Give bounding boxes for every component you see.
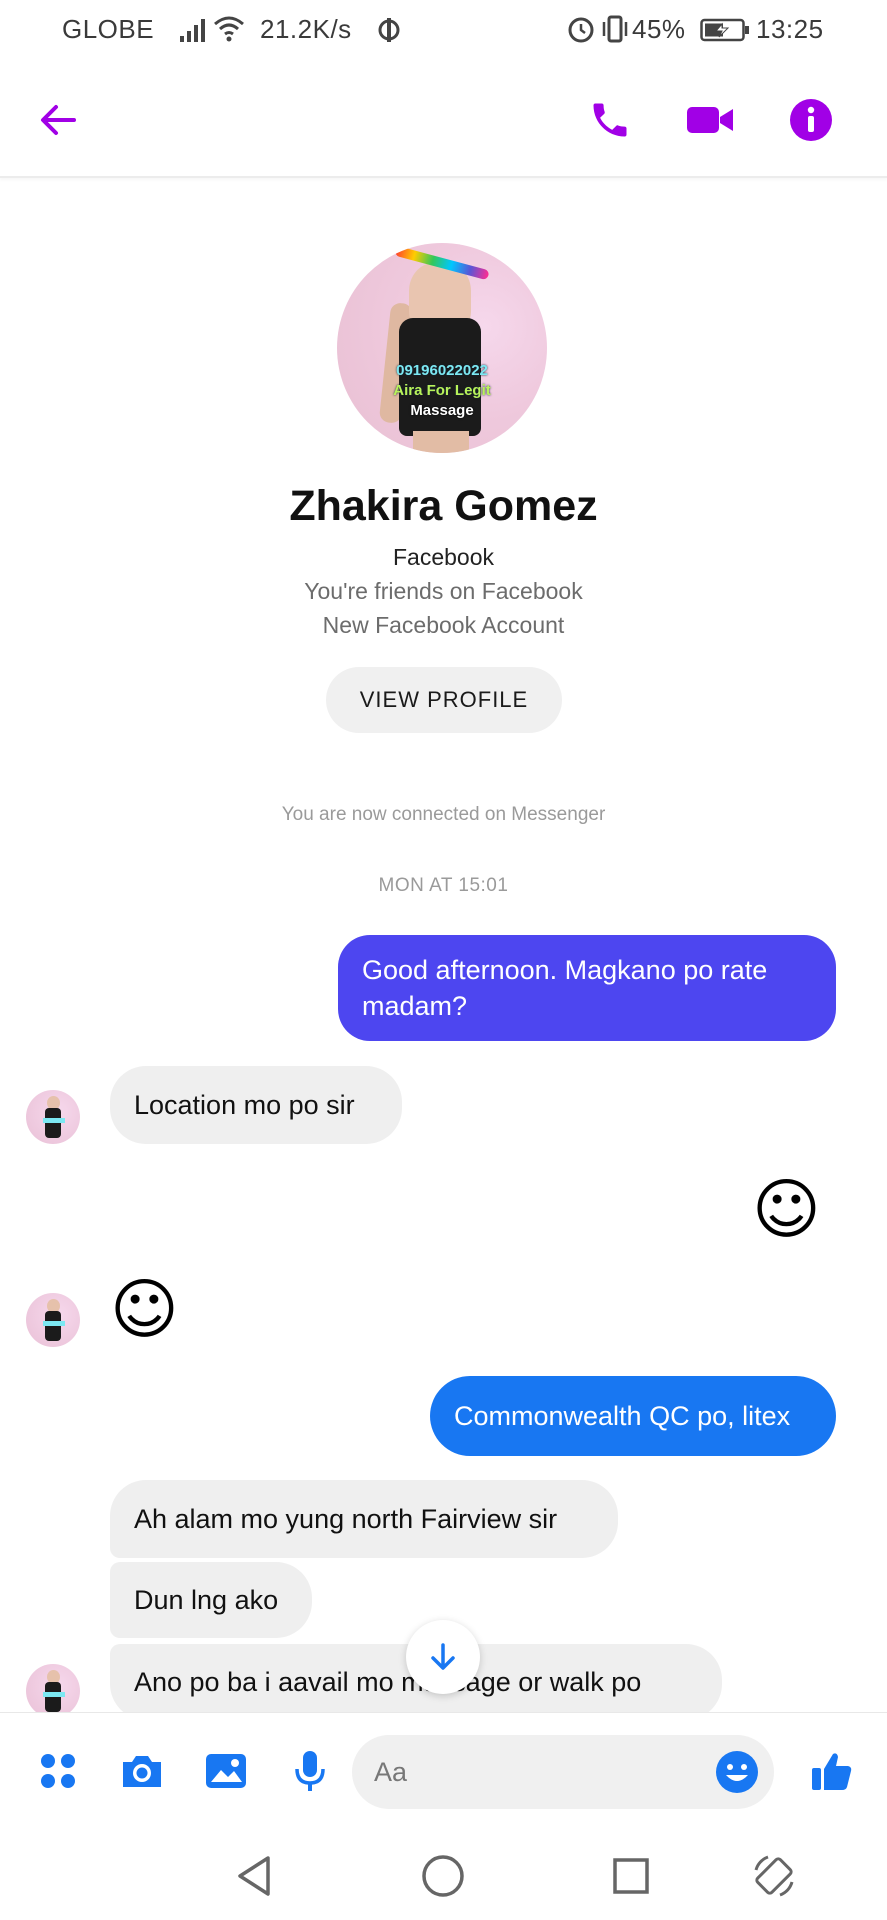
nav-back-button[interactable] <box>224 1846 284 1906</box>
avatar-overlay-caption: Aira For Legit <box>393 382 491 399</box>
message-outgoing[interactable]: Commonwealth QC po, litex <box>430 1376 836 1456</box>
thumbs-up-icon <box>812 1753 852 1790</box>
camera-button[interactable] <box>112 1741 172 1801</box>
system-navigation-bar <box>0 1830 887 1920</box>
message-text: Good afternoon. Magkano po rate madam? <box>362 955 768 1021</box>
battery-charging-icon <box>700 18 749 42</box>
message-input[interactable] <box>374 1735 694 1809</box>
voice-message-button[interactable] <box>280 1741 340 1801</box>
message-outgoing[interactable]: Good afternoon. Magkano po rate madam? <box>338 935 836 1041</box>
friendship-status: You're friends on Facebook <box>304 578 583 604</box>
message-text: Dun lng ako <box>134 1585 279 1615</box>
status-bar: GLOBE 21.2K/s 45% 13:25 <box>0 0 887 60</box>
vibrate-icon <box>602 15 628 43</box>
microphone-icon <box>295 1751 325 1791</box>
wifi-icon <box>214 16 244 42</box>
clock: 13:25 <box>756 14 824 44</box>
rotate-screen-button[interactable] <box>744 1846 804 1906</box>
sender-avatar[interactable] <box>26 1664 80 1718</box>
sender-avatar[interactable] <box>26 1293 80 1347</box>
sender-avatar[interactable] <box>26 1090 80 1144</box>
video-call-button[interactable] <box>680 90 740 150</box>
battery-percent: 45% <box>632 14 686 44</box>
connected-notice: You are now connected on Messenger <box>281 804 606 825</box>
avatar-figure-legs <box>413 431 469 453</box>
alarm-icon <box>568 17 594 43</box>
message-input-container <box>352 1735 774 1809</box>
message-incoming[interactable]: Ah alam mo yung north Fairview sir <box>110 1480 618 1558</box>
contact-source: Facebook <box>392 544 494 570</box>
info-icon <box>790 99 832 141</box>
home-circle-icon <box>422 1855 464 1897</box>
profile-avatar[interactable]: 09196022022 Aira For Legit Massage <box>337 243 547 453</box>
cellular-signal-icon <box>180 19 205 42</box>
voice-call-button[interactable] <box>580 90 640 150</box>
message-text: Ano po ba i aavail mo massage or walk po <box>134 1667 642 1697</box>
back-arrow-icon <box>41 105 76 135</box>
vpn-key-icon <box>378 18 400 42</box>
message-text: Location mo po sir <box>134 1090 355 1120</box>
scroll-to-bottom-button[interactable] <box>406 1620 480 1694</box>
emoji-icon[interactable] <box>714 1749 760 1795</box>
message-incoming[interactable]: Dun lng ako <box>110 1562 312 1638</box>
like-button[interactable] <box>802 1741 862 1801</box>
message-incoming-emoji[interactable]: ☺ <box>110 1272 179 1348</box>
message-outgoing-emoji[interactable]: ☺ <box>752 1172 821 1248</box>
gallery-button[interactable] <box>196 1741 256 1801</box>
conversation-info-button[interactable] <box>781 90 841 150</box>
avatar-overlay-phone: 09196022022 <box>396 362 488 379</box>
video-camera-icon <box>687 107 733 133</box>
message-composer <box>0 1712 887 1830</box>
carrier-label: GLOBE <box>62 14 155 44</box>
arrow-down-icon <box>431 1643 455 1670</box>
account-status: New Facebook Account <box>322 612 565 638</box>
gallery-icon <box>206 1754 246 1788</box>
back-triangle-icon <box>238 1856 270 1896</box>
messenger-chat-screen: GLOBE 21.2K/s 45% 13:25 09196022022 Aira… <box>0 0 887 1920</box>
rotate-icon <box>754 1855 794 1897</box>
message-incoming[interactable]: Location mo po sir <box>110 1066 402 1144</box>
nav-home-button[interactable] <box>413 1846 473 1906</box>
phone-icon <box>593 103 627 137</box>
message-text: Ah alam mo yung north Fairview sir <box>134 1504 558 1534</box>
conversation-timestamp: MON AT 15:01 <box>378 875 509 896</box>
recents-square-icon <box>613 1858 649 1894</box>
chat-header <box>0 60 887 178</box>
nav-recents-button[interactable] <box>601 1846 661 1906</box>
apps-icon <box>41 1754 75 1788</box>
avatar-overlay-service: Massage <box>410 402 474 419</box>
more-actions-button[interactable] <box>28 1741 88 1801</box>
back-button[interactable] <box>28 90 88 150</box>
camera-icon <box>123 1756 161 1787</box>
contact-name: Zhakira Gomez <box>289 482 598 530</box>
view-profile-button[interactable]: VIEW PROFILE <box>326 667 562 733</box>
message-text: Commonwealth QC po, litex <box>454 1401 791 1431</box>
network-speed: 21.2K/s <box>260 14 352 44</box>
